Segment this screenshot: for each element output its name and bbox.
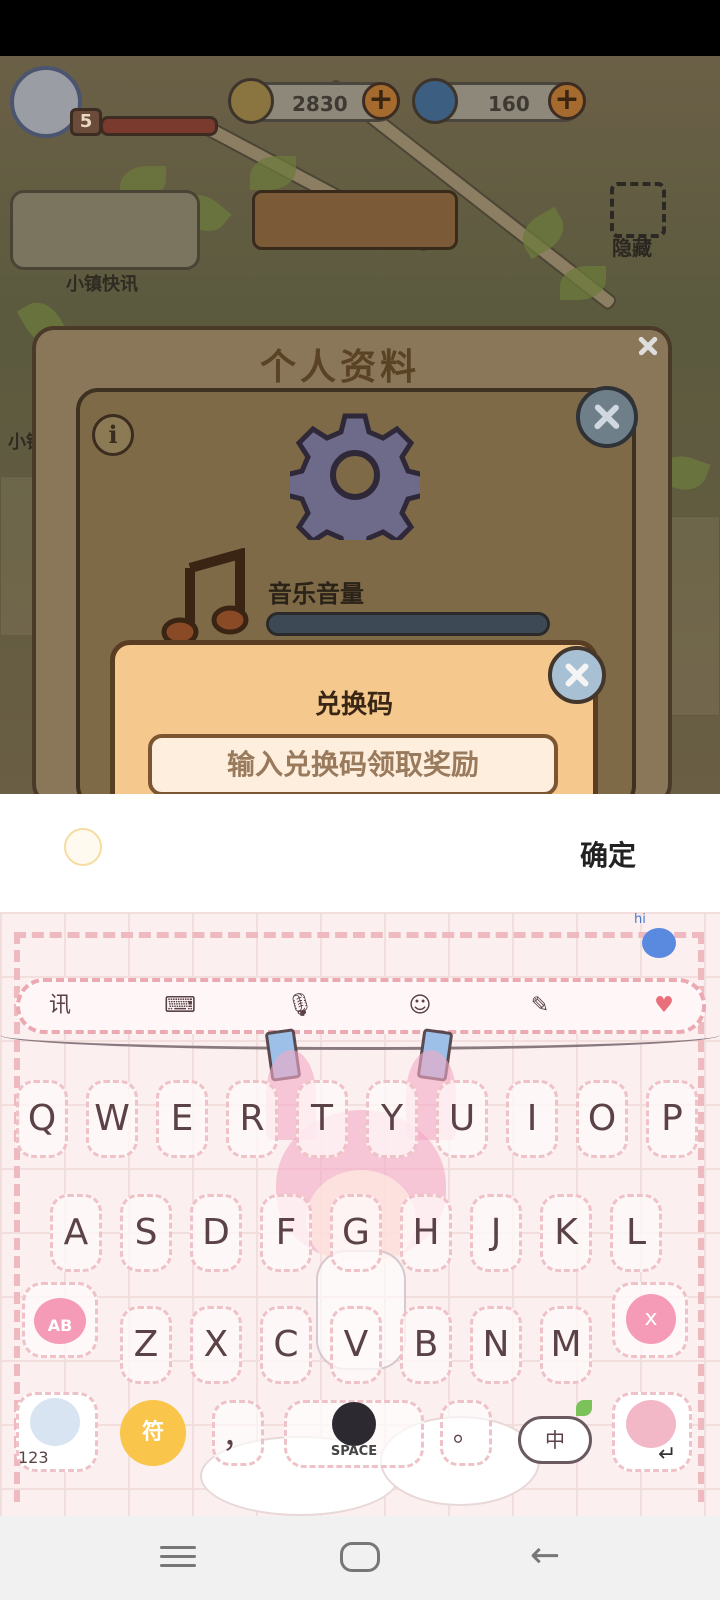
key-u[interactable]: U — [436, 1080, 488, 1158]
key-z[interactable]: Z — [120, 1306, 172, 1384]
music-volume-label: 音乐音量 — [268, 580, 364, 608]
redeem-code-input[interactable]: 输入兑换码领取奖励 — [148, 734, 558, 796]
key-g[interactable]: G — [330, 1194, 382, 1272]
key-w[interactable]: W — [86, 1080, 138, 1158]
flower-delete-icon: x — [626, 1294, 676, 1344]
coin-value: 2830 — [292, 92, 348, 116]
key-e[interactable]: E — [156, 1080, 208, 1158]
key-y[interactable]: Y — [366, 1080, 418, 1158]
key-x[interactable]: X — [190, 1306, 242, 1384]
experience-bar — [100, 116, 218, 136]
info-icon[interactable]: i — [92, 414, 134, 456]
key-i[interactable]: I — [506, 1080, 558, 1158]
key-h[interactable]: H — [400, 1194, 452, 1272]
blue-bird-icon[interactable] — [642, 928, 676, 958]
key-a[interactable]: A — [50, 1194, 102, 1272]
town-news-label: 小镇快讯 — [66, 274, 138, 295]
key-o[interactable]: O — [576, 1080, 628, 1158]
key-r[interactable]: R — [226, 1080, 278, 1158]
paw-shift-icon: AB — [34, 1298, 86, 1344]
key-b[interactable]: B — [400, 1306, 452, 1384]
key-l[interactable]: L — [610, 1194, 662, 1272]
key-p[interactable]: P — [646, 1080, 698, 1158]
number-key-label: 123 — [18, 1448, 49, 1467]
hi-badge: hi — [634, 912, 646, 927]
gem-value: 160 — [488, 92, 530, 116]
key-k[interactable]: K — [540, 1194, 592, 1272]
town-news-card[interactable] — [10, 190, 200, 270]
character-avatar-icon — [626, 1400, 676, 1448]
key-s[interactable]: S — [120, 1194, 172, 1272]
enter-arrow-icon: ↵ — [658, 1442, 677, 1467]
loading-indicator-icon — [64, 828, 102, 866]
add-coins-button[interactable]: + — [362, 82, 400, 120]
key-d[interactable]: D — [190, 1194, 242, 1272]
key-t[interactable]: T — [296, 1080, 348, 1158]
hide-ui-button[interactable] — [610, 182, 666, 238]
close-settings-button[interactable] — [576, 386, 638, 448]
key-n[interactable]: N — [470, 1306, 522, 1384]
close-outer-button[interactable] — [628, 326, 668, 366]
add-gems-button[interactable]: + — [548, 82, 586, 120]
swirl-gem-icon — [412, 78, 458, 124]
profile-title: 个人资料 — [260, 347, 421, 388]
key-j[interactable]: J — [470, 1194, 522, 1272]
period-key[interactable]: 。 — [440, 1400, 492, 1466]
key-f[interactable]: F — [260, 1194, 312, 1272]
music-volume-slider[interactable] — [266, 612, 550, 636]
close-redeem-button[interactable] — [548, 646, 606, 704]
sprout-icon — [576, 1400, 592, 1416]
back-arrow-icon[interactable]: ← — [530, 1538, 570, 1574]
center-banner[interactable] — [252, 190, 458, 250]
language-switch-key[interactable]: 中 — [518, 1416, 592, 1464]
keyboard-border-top — [14, 932, 704, 938]
home-button-icon[interactable] — [340, 1542, 380, 1572]
coin-icon — [228, 78, 274, 124]
confirm-button[interactable]: 确定 — [580, 834, 636, 874]
recent-apps-icon[interactable] — [160, 1540, 200, 1574]
clothesline-decoration — [0, 1020, 720, 1050]
level-badge: 5 — [70, 108, 102, 136]
symbol-key[interactable]: 符 — [120, 1400, 186, 1466]
character-avatar-icon — [30, 1398, 80, 1446]
space-key-label: SPACE — [330, 1444, 378, 1459]
space-character-icon — [332, 1402, 376, 1446]
key-q[interactable]: Q — [16, 1080, 68, 1158]
key-c[interactable]: C — [260, 1306, 312, 1384]
gear-icon — [290, 413, 420, 540]
key-m[interactable]: M — [540, 1306, 592, 1384]
music-note-icon — [161, 548, 249, 647]
hide-label: 隐藏 — [612, 236, 652, 260]
status-bar — [0, 0, 720, 56]
redeem-title: 兑换码 — [314, 690, 393, 720]
comma-key[interactable]: ， — [212, 1400, 264, 1466]
key-v[interactable]: V — [330, 1306, 382, 1384]
